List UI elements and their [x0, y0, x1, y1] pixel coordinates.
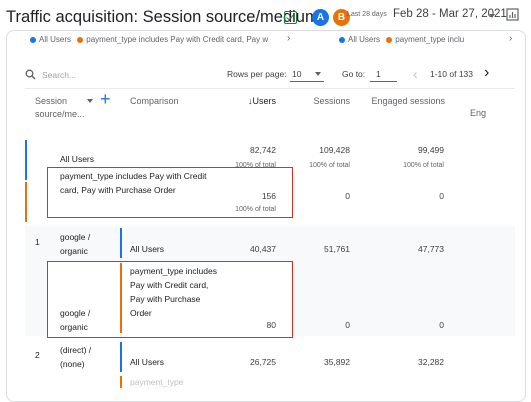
row-index: 1 — [35, 237, 40, 247]
totals-payment-engaged: 0 — [439, 191, 444, 201]
customize-report-icon[interactable] — [506, 8, 519, 21]
search-icon — [25, 69, 36, 80]
legend-dot — [386, 36, 393, 43]
column-header-overflow[interactable]: Eng — [470, 108, 486, 118]
all-users-color-bar — [120, 342, 122, 372]
row-users: 40,437 — [250, 244, 276, 254]
add-dimension-icon[interactable]: + — [100, 89, 111, 110]
row-users: 80 — [266, 320, 276, 330]
input-underline — [370, 81, 397, 82]
row-engaged: 32,282 — [418, 357, 444, 367]
payment-color-bar — [120, 263, 122, 333]
totals-payment-users: 156 — [261, 191, 276, 201]
row-source[interactable]: google / organic — [60, 230, 115, 258]
row-comparison-label: payment_type includes Pay with Credit ca… — [130, 266, 217, 318]
row-sessions: 35,892 — [324, 357, 350, 367]
chart-legend-right: All Users payment_type inclu — [339, 35, 464, 44]
avatar[interactable]: A — [312, 9, 329, 26]
pagination-status: 1-10 of 133 — [430, 69, 474, 79]
date-preset-label[interactable]: Last 28 days — [347, 11, 387, 18]
column-header-users[interactable]: ↓Users — [236, 96, 276, 106]
column-header-dimension[interactable]: Session source/me... — [35, 95, 95, 121]
legend-item: payment_type inclu — [395, 35, 465, 44]
legend-item: All Users — [348, 35, 381, 44]
chevron-right-icon[interactable]: › — [509, 33, 512, 44]
chevron-left-icon[interactable]: ‹ — [413, 66, 418, 82]
legend-item: All Users — [39, 35, 72, 44]
totals-sessions: 109,428 — [319, 145, 350, 155]
totals-users: 82,742 — [250, 145, 276, 155]
row-comparison-label: payment_type — [130, 377, 184, 387]
chevron-right-icon[interactable]: › — [287, 33, 290, 44]
totals-payment-sessions: 0 — [345, 191, 350, 201]
legend-item: payment_type includes Pay with Credit ca… — [86, 35, 269, 44]
rows-per-page-label: Rows per page: — [227, 69, 287, 79]
chevron-down-icon[interactable] — [315, 72, 321, 76]
legend-dot — [339, 36, 345, 43]
all-users-color-bar — [25, 140, 27, 180]
row-engaged: 47,773 — [418, 244, 444, 254]
row-sessions: 51,761 — [324, 244, 350, 254]
payment-color-bar — [120, 376, 122, 388]
row-users: 26,725 — [250, 357, 276, 367]
row-sessions: 0 — [345, 320, 350, 330]
row-index: 2 — [35, 350, 40, 360]
column-header-engaged-sessions[interactable]: Engaged sessions — [365, 96, 445, 106]
column-header-comparison: Comparison — [130, 96, 179, 106]
chevron-down-icon[interactable] — [87, 99, 93, 103]
row-engaged: 0 — [439, 320, 444, 330]
totals-payment-users-pct: 100% of total — [235, 206, 276, 213]
legend-dot — [77, 36, 84, 43]
goto-label: Go to: — [342, 69, 366, 79]
totals-engaged: 99,499 — [418, 145, 444, 155]
select-underline — [290, 81, 324, 82]
chevron-right-icon[interactable]: › — [484, 64, 489, 82]
totals-all-users-label: All Users — [60, 154, 95, 164]
row-comparison-label: All Users — [130, 357, 165, 367]
rows-per-page-select[interactable]: 10 — [292, 69, 301, 79]
row-source[interactable]: google / organic — [60, 306, 110, 334]
legend-dot — [30, 36, 36, 43]
payment-color-bar — [25, 182, 27, 222]
chevron-down-icon[interactable] — [489, 14, 495, 18]
chart-legend-left: All Users payment_type includes Pay with… — [30, 35, 268, 44]
goto-input[interactable]: 1 — [376, 69, 381, 79]
row-source[interactable]: (direct) / (none) — [60, 343, 115, 371]
verified-check-icon — [284, 11, 297, 24]
totals-payment-label: payment_type includes Pay with Credit ca… — [60, 171, 207, 195]
totals-sessions-pct: 100% of total — [309, 162, 350, 169]
row-comparison-label: All Users — [130, 244, 165, 254]
page-title: Traffic acquisition: Session source/medi… — [6, 8, 319, 26]
totals-engaged-pct: 100% of total — [403, 162, 444, 169]
divider — [25, 88, 515, 89]
all-users-color-bar — [120, 228, 122, 258]
search-input[interactable]: Search... — [42, 70, 76, 80]
column-header-sessions[interactable]: Sessions — [300, 96, 350, 106]
